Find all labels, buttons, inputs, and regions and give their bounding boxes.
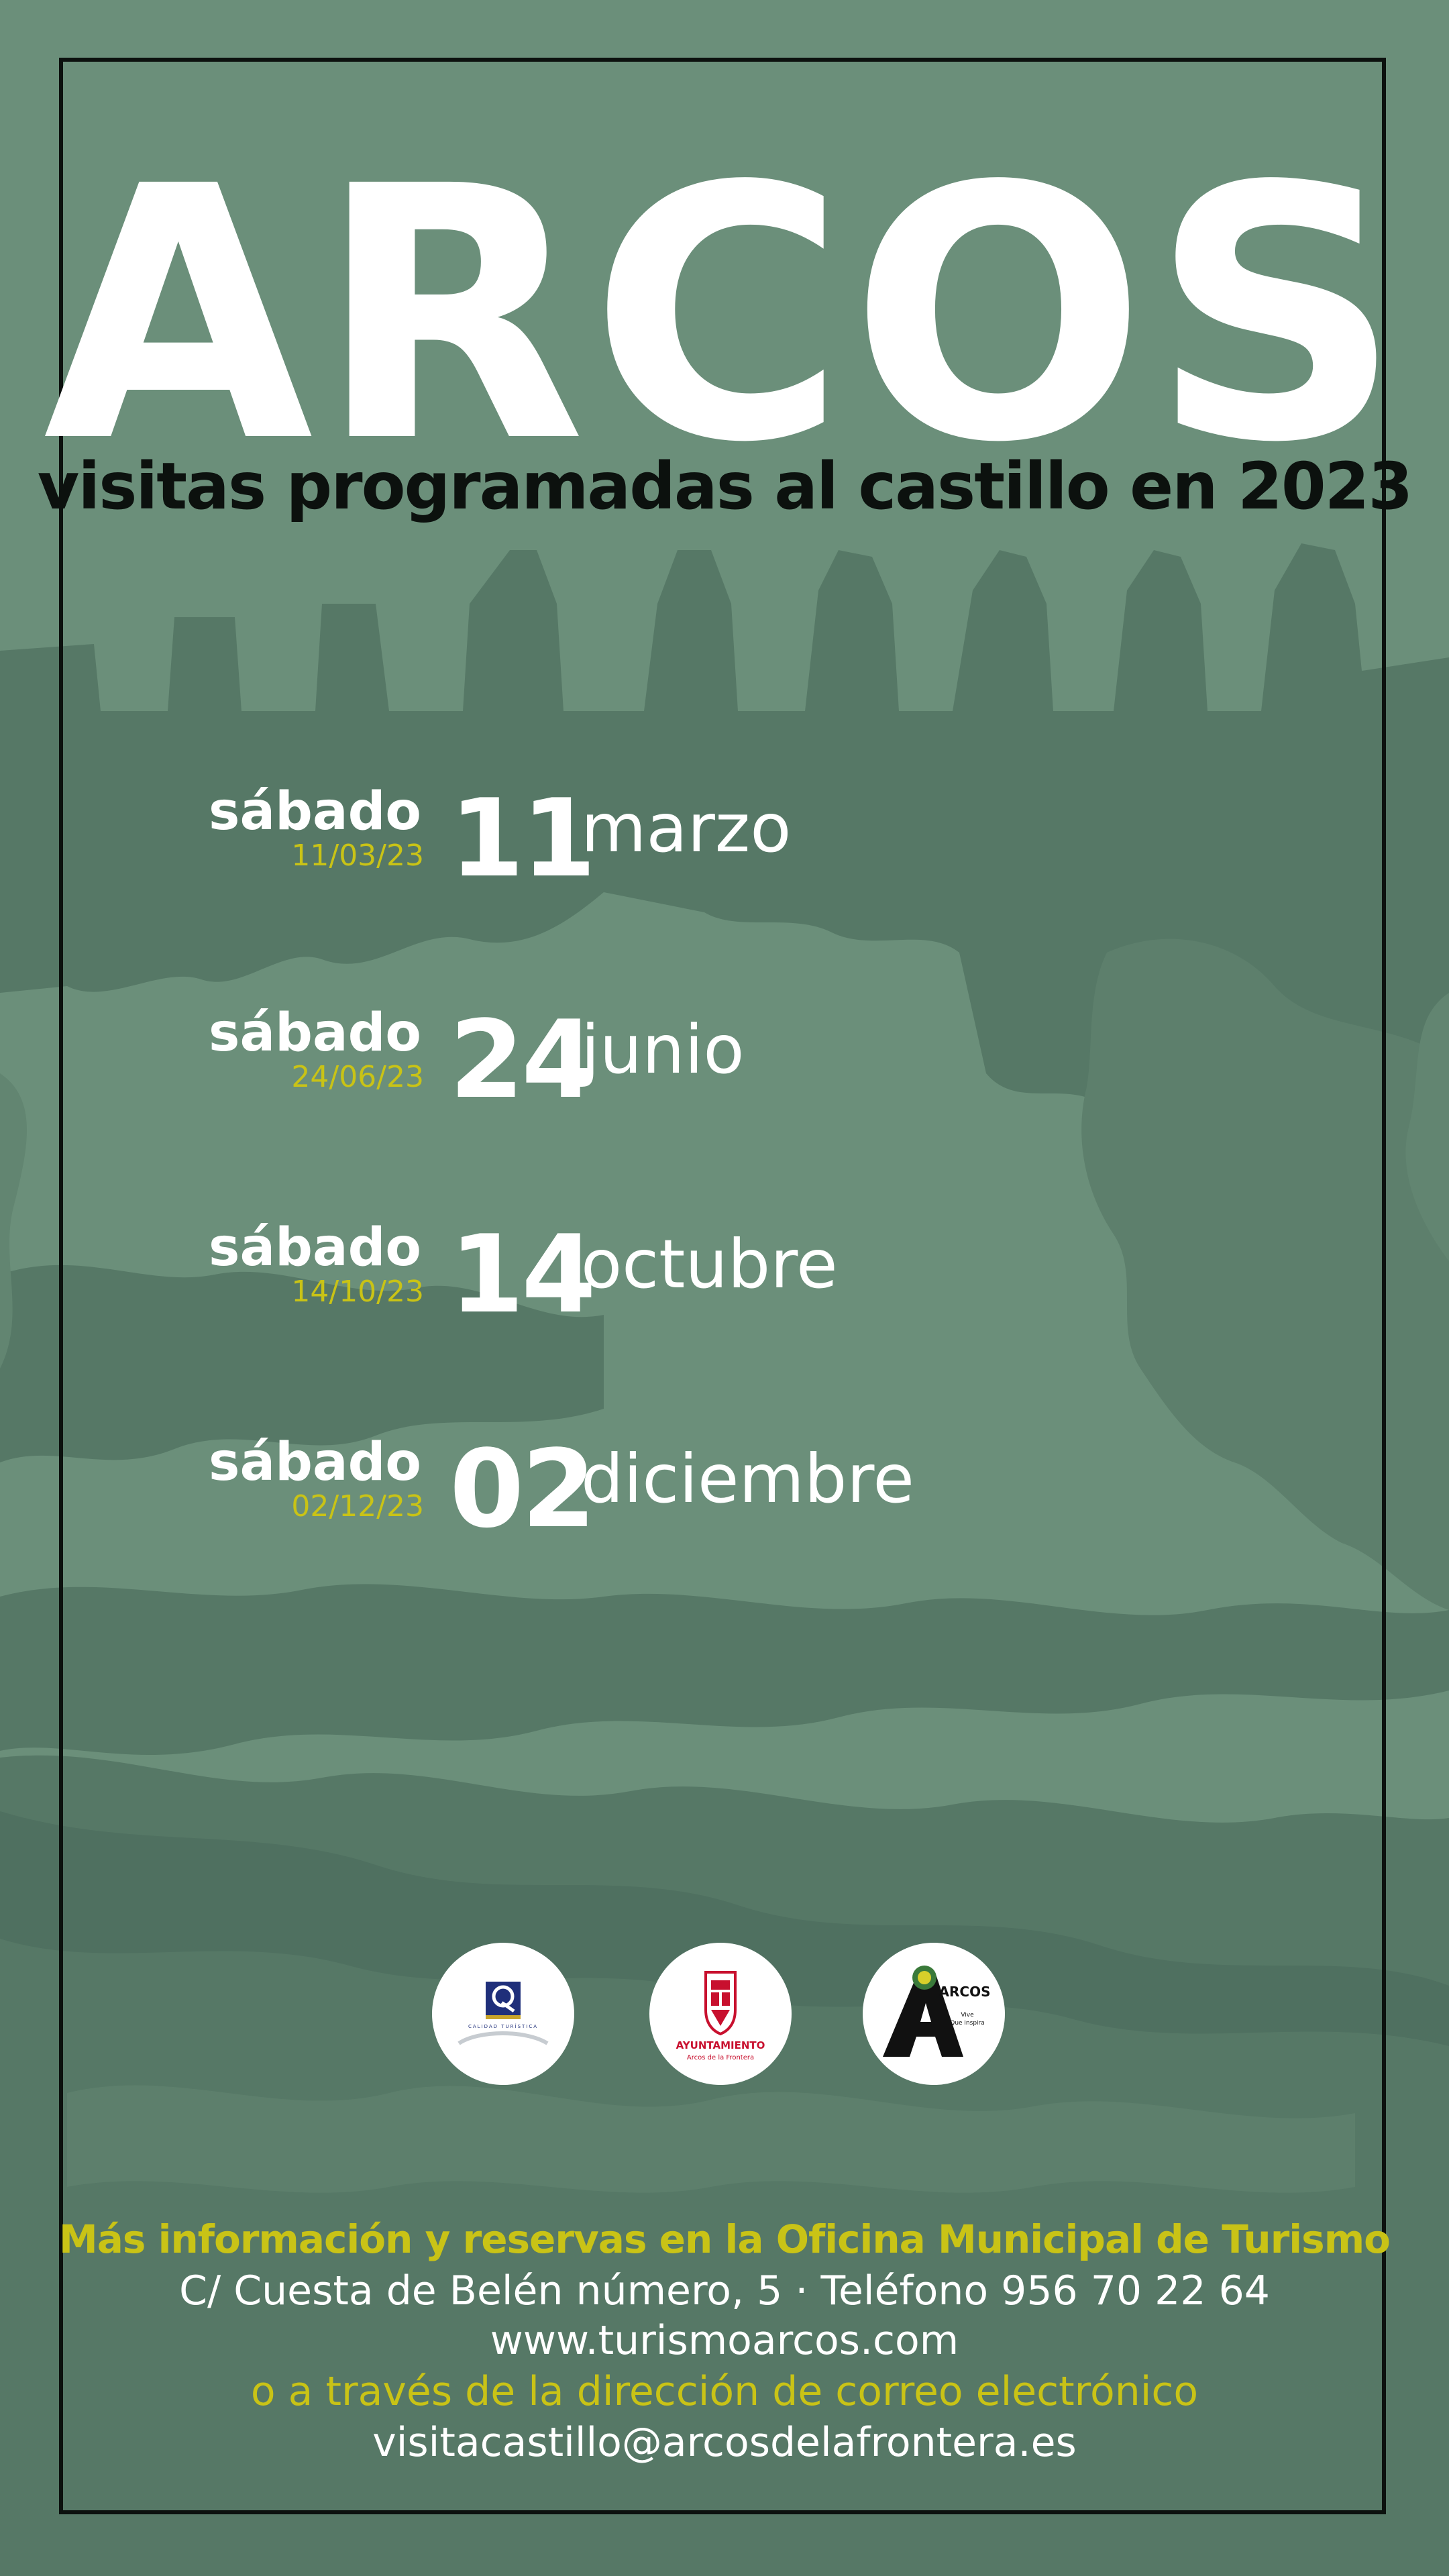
short-date: 14/10/23 xyxy=(291,1275,424,1309)
info-email[interactable]: visitacastillo@arcosdelafrontera.es xyxy=(0,2417,1449,2468)
date-row-3: sábado 14/10/23 14 octubre xyxy=(0,1214,1449,1375)
ayuntamiento-town: Arcos de la Frontera xyxy=(687,2054,754,2061)
arcos-que-inspira-logo: ARCOS Vive Que inspira xyxy=(863,1943,1005,2085)
calidad-turistica-text: CALIDAD TURÍSTICA xyxy=(468,2023,538,2029)
arcos-tagline-1: Vive xyxy=(961,2012,974,2019)
weekday-label: sábado xyxy=(209,1432,421,1493)
info-headline: Más información y reservas en la Oficina… xyxy=(59,2216,1391,2262)
date-row-4: sábado 02/12/23 02 diciembre xyxy=(0,1429,1449,1590)
date-row-1: sábado 11/03/23 11 marzo xyxy=(0,778,1449,939)
day-number: 02 xyxy=(449,1426,596,1552)
arcos-tagline-2: Que inspira xyxy=(950,2020,985,2027)
info-address: C/ Cuesta de Belén número, 5 · Teléfono … xyxy=(179,2267,1270,2314)
weekday-label: sábado xyxy=(209,782,421,842)
ayuntamiento-name: AYUNTAMIENTO xyxy=(676,2039,765,2051)
poster-subtitle: visitas programadas al castillo en 2023 xyxy=(37,449,1413,524)
info-email-intro: o a través de la dirección de correo ele… xyxy=(250,2368,1199,2415)
short-date: 24/06/23 xyxy=(291,1060,424,1094)
short-date: 11/03/23 xyxy=(291,839,424,873)
short-date: 02/12/23 xyxy=(291,1489,424,1523)
month-name: junio xyxy=(581,1010,745,1089)
day-number: 24 xyxy=(449,997,596,1122)
ayuntamiento-logo: AYUNTAMIENTO Arcos de la Frontera xyxy=(649,1943,792,2085)
month-name: marzo xyxy=(581,789,792,867)
day-number: 11 xyxy=(449,775,596,901)
date-row-2: sábado 24/06/23 24 junio xyxy=(0,1000,1449,1161)
month-name: octubre xyxy=(581,1225,838,1303)
weekday-label: sábado xyxy=(209,1218,421,1278)
weekday-label: sábado xyxy=(209,1003,421,1063)
arcos-wordmark: ARCOS xyxy=(939,1984,991,2000)
month-name: diciembre xyxy=(581,1440,914,1518)
calidad-turistica-logo: CALIDAD TURÍSTICA xyxy=(432,1943,574,2085)
day-number: 14 xyxy=(449,1212,596,1337)
info-website[interactable]: www.turismoarcos.com xyxy=(0,2315,1449,2366)
